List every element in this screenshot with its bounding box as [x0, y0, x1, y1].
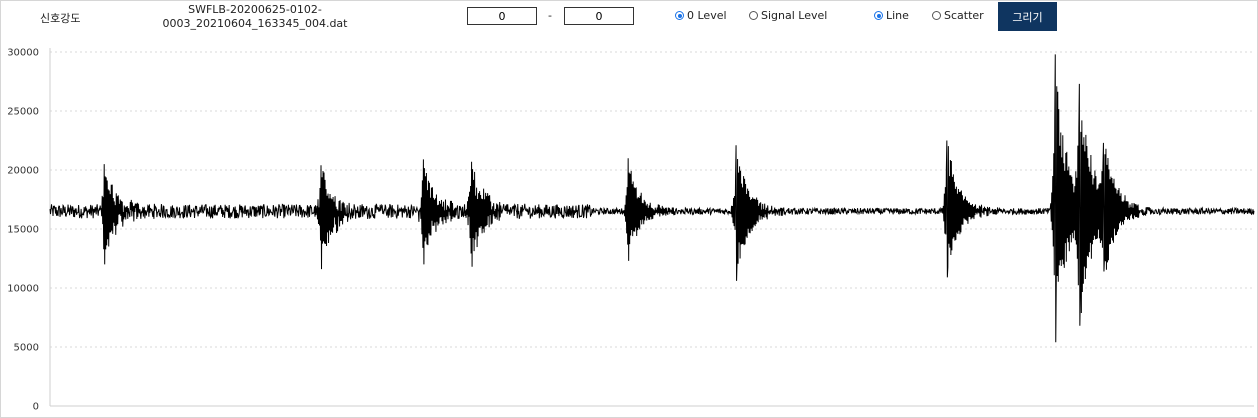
y-tick-label: 10000	[7, 284, 39, 295]
signal-chart: 0 5000 10000 15000 20000 25000 30000	[7, 48, 1255, 413]
y-tick-label: 5000	[14, 343, 39, 354]
y-tick-label: 0	[33, 402, 39, 413]
y-tick-label: 25000	[7, 107, 39, 118]
signal-series-line	[49, 54, 1255, 343]
y-tick-label: 30000	[7, 48, 39, 59]
y-tick-label: 20000	[7, 166, 39, 177]
y-tick-label: 15000	[7, 225, 39, 236]
